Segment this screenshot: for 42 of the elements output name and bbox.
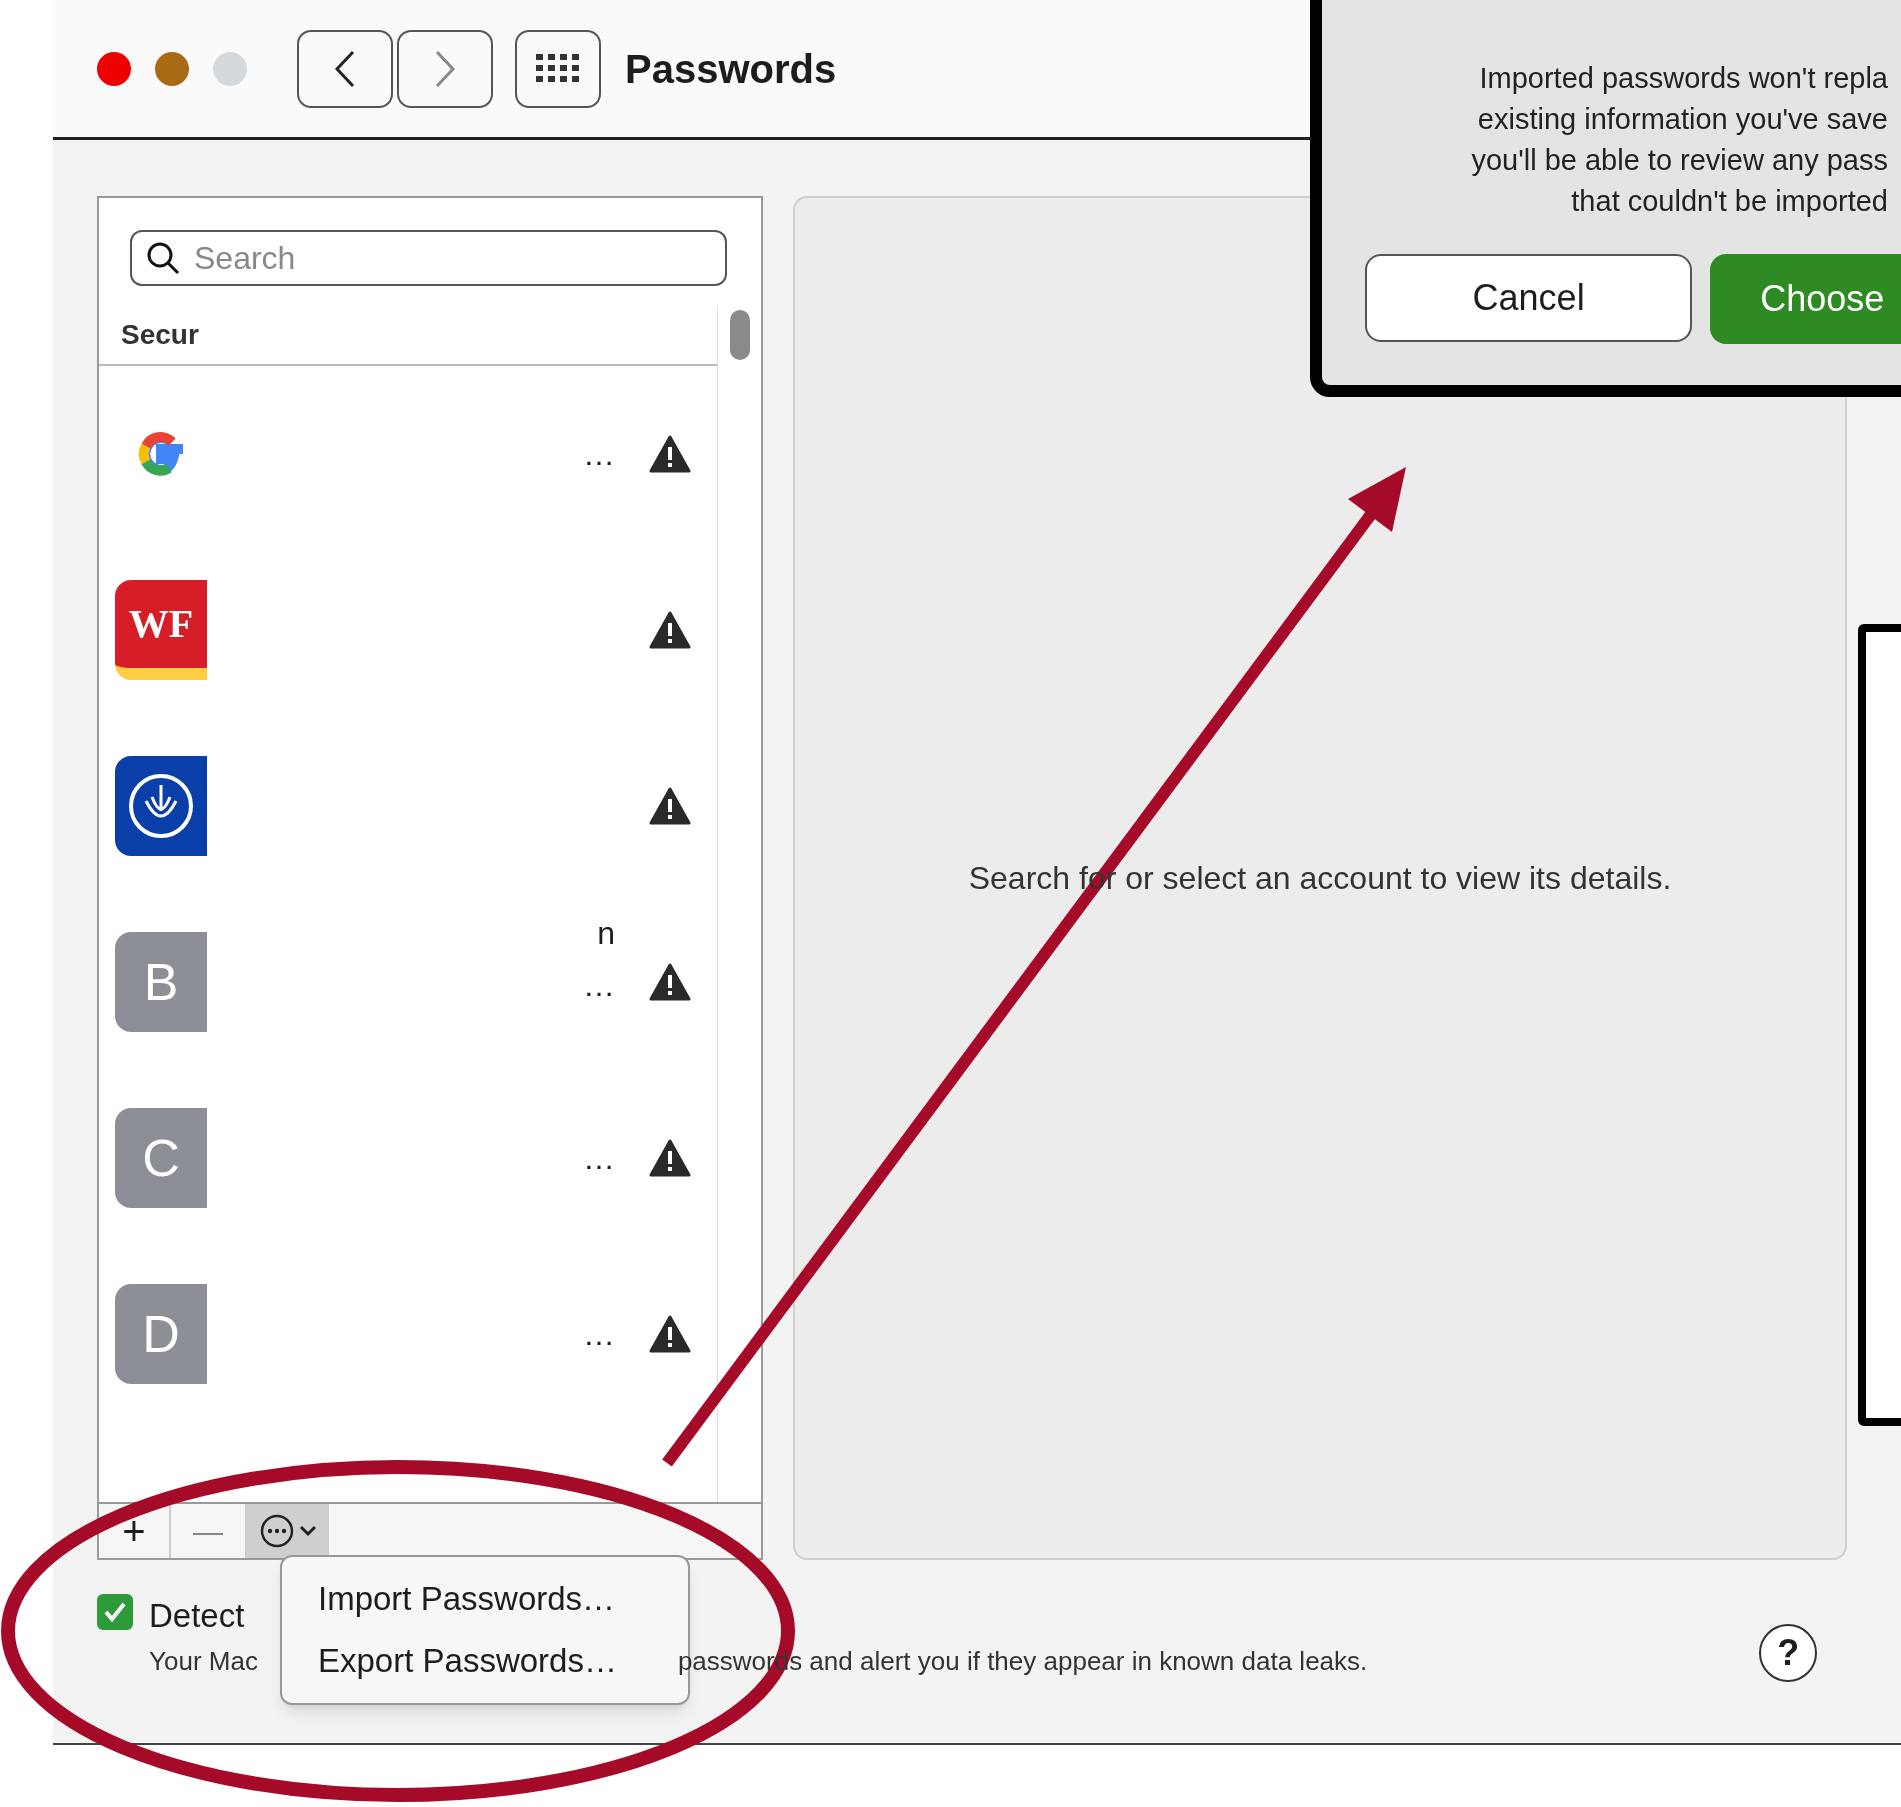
row-detail-fragment: … (583, 435, 615, 474)
chevron-right-icon (433, 48, 457, 89)
detect-description: Your Mac (149, 1645, 258, 1678)
row-detail-fragment: … (583, 966, 615, 1005)
search-input[interactable]: Search (194, 234, 725, 282)
back-button[interactable] (297, 29, 393, 108)
search-icon (146, 241, 180, 275)
more-options-button[interactable] (247, 1504, 329, 1558)
caret-icon (299, 1525, 317, 1537)
row-title-fragment: n (597, 914, 615, 953)
row-detail-fragment: … (583, 1315, 615, 1354)
help-button[interactable]: ? (1759, 1624, 1818, 1682)
grid-icon (536, 53, 580, 84)
detect-label: Detect (149, 1596, 245, 1636)
menu-item[interactable]: Import Passwords… (318, 1568, 688, 1630)
cancel-button[interactable]: Cancel (1365, 254, 1693, 342)
dialog-message-line: existing information you've save (1477, 102, 1888, 137)
dialog-message-line: that couldn't be imported (1571, 184, 1888, 219)
password-row[interactable]: D … (99, 1246, 718, 1422)
scrollbar-thumb[interactable] (729, 310, 750, 360)
section-header: Secur (121, 318, 199, 352)
dialog-message-line: Imported passwords won't repla (1479, 61, 1888, 96)
password-row[interactable]: … (99, 366, 718, 542)
dialog-message-line: you'll be able to review any pass (1471, 143, 1888, 178)
hands-logo-icon (115, 756, 207, 856)
grid-view-button[interactable] (515, 29, 601, 108)
add-button[interactable]: + (99, 1504, 171, 1558)
wf-logo: WF (115, 580, 207, 680)
ellipsis-circle-icon (259, 1513, 295, 1549)
detect-checkbox[interactable] (97, 1594, 133, 1630)
search-field[interactable]: Search (130, 230, 727, 286)
forward-button[interactable] (397, 29, 493, 108)
row-detail-fragment: … (583, 1139, 615, 1178)
chevron-left-icon (333, 48, 357, 89)
window-title: Passwords (625, 45, 837, 93)
letter-tile: B (115, 932, 207, 1032)
password-row[interactable]: C … (99, 1070, 718, 1246)
letter-tile: D (115, 1284, 207, 1384)
choose-button[interactable]: Choose (1710, 254, 1901, 344)
password-row[interactable]: WF (99, 542, 718, 718)
password-row[interactable]: B n … (99, 894, 718, 1070)
letter-tile: C (115, 1108, 207, 1208)
